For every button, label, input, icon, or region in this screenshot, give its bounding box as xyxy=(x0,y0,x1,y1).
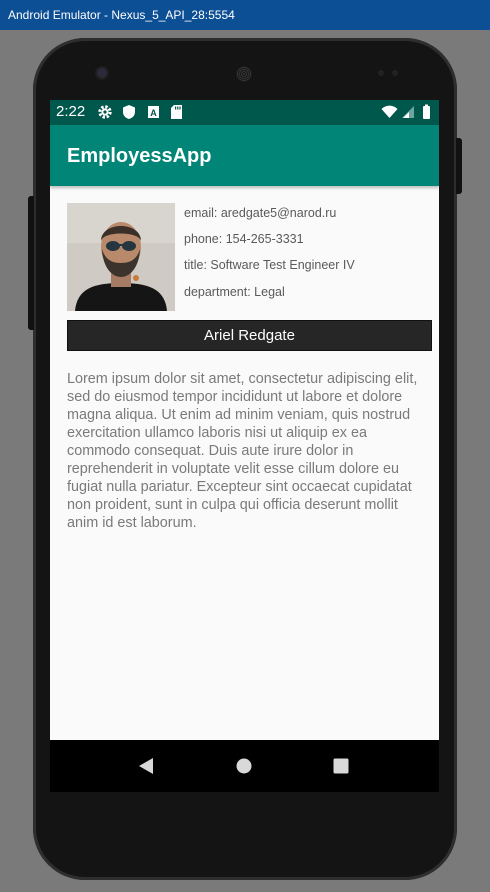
employee-email: email: aredgate5@narod.ru xyxy=(184,206,337,220)
app-title: EmployessApp xyxy=(67,145,212,167)
home-icon[interactable] xyxy=(236,758,252,774)
svg-text:A: A xyxy=(150,108,157,118)
sd-card-icon xyxy=(170,104,183,120)
employee-description: Lorem ipsum dolor sit amet, consectetur … xyxy=(67,371,418,531)
earpiece-speaker xyxy=(236,66,252,82)
signal-icon xyxy=(401,104,415,120)
employee-department: department: Legal xyxy=(184,285,285,299)
light-sensor xyxy=(392,70,398,76)
navigation-bar xyxy=(50,740,439,792)
battery-icon xyxy=(422,104,431,120)
device-screen: 2:22 A EmployessApp email: aredgate5@nar… xyxy=(50,100,439,792)
recents-icon[interactable] xyxy=(333,758,349,774)
front-camera xyxy=(97,68,107,78)
app-bar: EmployessApp xyxy=(50,125,439,186)
side-button-right xyxy=(456,138,462,194)
shield-icon xyxy=(122,104,136,120)
employee-avatar xyxy=(67,203,175,311)
emulator-window-title: Android Emulator - Nexus_5_API_28:5554 xyxy=(0,0,490,30)
gear-icon xyxy=(97,104,113,120)
a-box-icon: A xyxy=(147,104,160,120)
side-button-left xyxy=(28,196,34,330)
employee-phone: phone: 154-265-3331 xyxy=(184,232,304,246)
status-bar: 2:22 A xyxy=(50,100,439,125)
employee-name: Ariel Redgate xyxy=(67,320,432,351)
status-time: 2:22 xyxy=(56,103,86,120)
wifi-icon xyxy=(381,104,398,120)
employee-title: title: Software Test Engineer IV xyxy=(184,258,355,272)
proximity-sensor xyxy=(378,70,384,76)
back-icon[interactable] xyxy=(137,757,155,775)
